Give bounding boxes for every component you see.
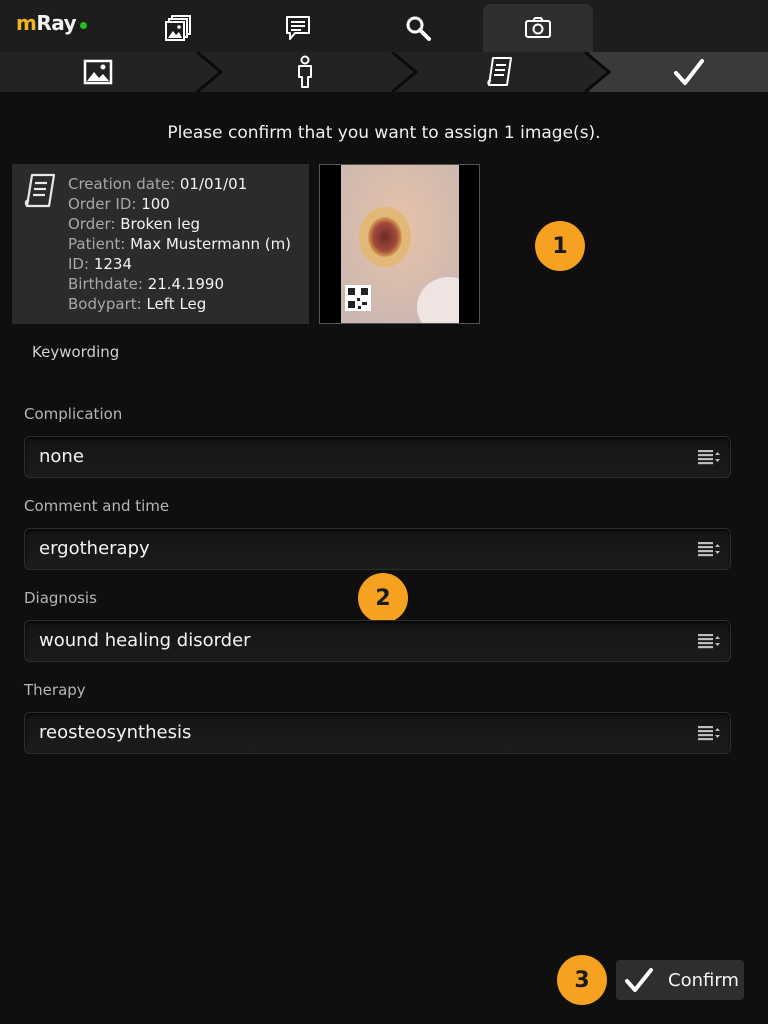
creation-date-row: Creation date: 01/01/01 — [68, 175, 248, 193]
checkmark-icon — [625, 968, 653, 992]
confirm-message: Please confirm that you want to assign 1… — [167, 123, 601, 143]
bodypart-row: Bodypart: Left Leg — [68, 295, 207, 313]
diagnosis-value: wound healing disorder — [39, 630, 251, 651]
therapy-label: Therapy — [24, 681, 86, 699]
order-id-row: Order ID: 100 — [68, 195, 170, 213]
patient-icon — [298, 55, 312, 88]
diagnosis-label: Diagnosis — [24, 589, 97, 607]
connection-status-dot — [80, 22, 88, 29]
step-patient[interactable] — [210, 52, 400, 92]
step-badge-1: 1 — [535, 221, 585, 271]
tab-camera[interactable] — [483, 4, 593, 52]
list-select-icon — [698, 726, 720, 741]
order-details: Creation date: 01/01/01 Order ID: 100 Or… — [68, 174, 291, 314]
search-icon — [406, 16, 431, 41]
tab-search[interactable] — [363, 4, 473, 52]
tab-gallery[interactable] — [123, 4, 233, 52]
diagnosis-select[interactable]: wound healing disorder — [24, 620, 731, 662]
order-icon — [487, 57, 512, 86]
list-select-icon — [698, 450, 720, 465]
order-document-icon — [24, 173, 56, 208]
order-info-card: Creation date: 01/01/01 Order ID: 100 Or… — [12, 164, 309, 324]
keywording-title: Keywording — [32, 343, 120, 361]
step-separator — [391, 52, 419, 92]
step-separator — [196, 52, 224, 92]
checkmark-icon — [674, 59, 704, 85]
comment-icon — [286, 16, 310, 40]
patient-id-row: ID: 1234 — [68, 255, 132, 273]
camera-icon — [525, 17, 551, 38]
order-row: Order: Broken leg — [68, 215, 201, 233]
wizard-steps — [0, 52, 768, 92]
complication-label: Complication — [24, 405, 123, 423]
step-order[interactable] — [405, 52, 595, 92]
step-badge-2: 2 — [358, 573, 408, 623]
step-badge-3: 3 — [557, 955, 607, 1005]
birthdate-row: Birthdate: 21.4.1990 — [68, 275, 225, 293]
image-icon — [83, 59, 112, 85]
complication-value: none — [39, 446, 84, 467]
step-image[interactable] — [0, 52, 195, 92]
complication-select[interactable]: none — [24, 436, 731, 478]
gallery-icon — [165, 15, 191, 41]
tab-comments[interactable] — [243, 4, 353, 52]
step-separator — [584, 52, 612, 92]
app-logo: mRay — [16, 11, 88, 35]
therapy-value: reosteosynthesis — [39, 722, 192, 743]
list-select-icon — [698, 542, 720, 557]
image-thumbnail[interactable] — [319, 164, 480, 324]
confirm-button-label: Confirm — [668, 969, 739, 991]
top-bar: mRay — [0, 0, 768, 52]
step-confirm[interactable] — [610, 52, 768, 92]
wound-photo — [341, 165, 459, 323]
patient-row: Patient: Max Mustermann (m) — [68, 235, 292, 253]
therapy-select[interactable]: reosteosynthesis — [24, 712, 731, 754]
comment-select[interactable]: ergotherapy — [24, 528, 731, 570]
comment-value: ergotherapy — [39, 538, 150, 559]
list-select-icon — [698, 634, 720, 649]
comment-label: Comment and time — [24, 497, 170, 515]
confirm-button[interactable]: Confirm — [616, 960, 744, 1000]
